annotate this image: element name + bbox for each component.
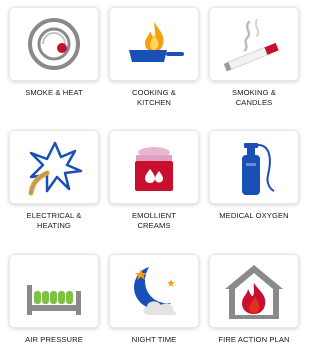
tile-label: COOKING & KITCHEN [132,88,176,107]
tile-night-time[interactable]: NIGHT TIME [109,254,199,345]
tile-air-pressure[interactable]: AIR PRESSURE [9,254,99,345]
tile-label: ELECTRICAL & HEATING [26,211,82,230]
tile-card[interactable] [209,7,299,81]
tile-card[interactable] [9,7,99,81]
tile-card[interactable] [109,254,199,328]
tile-label: NIGHT TIME [131,335,177,344]
safety-topics-grid: SMOKE & HEAT COOKING & KITCHEN SMOKING &… [0,0,299,349]
frying-pan-flame-icon [129,22,184,62]
tile-card[interactable] [9,130,99,204]
oxygen-cylinder-icon [242,143,275,195]
tile-label: MEDICAL OXYGEN [219,211,289,220]
tile-fire-action-plan[interactable]: FIRE ACTION PLAN [209,254,299,345]
tile-smoke-heat[interactable]: SMOKE & HEAT [9,7,99,98]
house-fire-icon [225,265,283,319]
electric-plug-spark-icon [28,141,83,196]
cigarette-icon [223,19,279,72]
tile-emollient-creams[interactable]: EMOLLIENT CREAMS [109,130,199,231]
tile-card[interactable] [209,130,299,204]
moon-stars-icon [134,267,176,315]
smoke-detector-icon [28,18,80,70]
tile-label: FIRE ACTION PLAN [218,335,290,344]
tile-label: AIR PRESSURE [25,335,83,344]
tile-card[interactable] [109,7,199,81]
tile-label: SMOKE & HEAT [25,88,83,97]
tile-card[interactable] [109,130,199,204]
tile-label: EMOLLIENT CREAMS [132,211,176,230]
tile-label: SMOKING & CANDLES [232,88,276,107]
tile-medical-oxygen[interactable]: MEDICAL OXYGEN [209,130,299,221]
tile-electrical-heating[interactable]: ELECTRICAL & HEATING [9,130,99,231]
tile-cooking-kitchen[interactable]: COOKING & KITCHEN [109,7,199,108]
cream-jar-icon [135,147,173,191]
tile-smoking-candles[interactable]: SMOKING & CANDLES [209,7,299,108]
tile-card[interactable] [9,254,99,328]
air-mattress-bed-icon [27,285,81,315]
tile-card[interactable] [209,254,299,328]
